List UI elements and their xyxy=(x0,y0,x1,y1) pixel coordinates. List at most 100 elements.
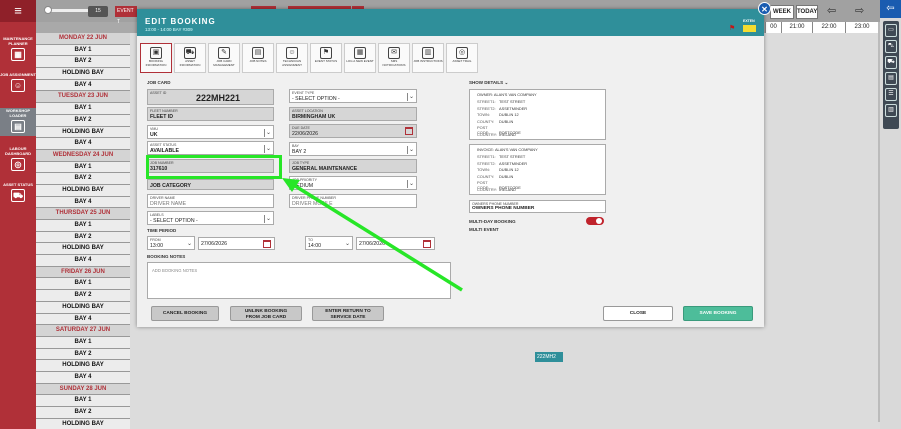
address-value: IRELAND xyxy=(499,187,516,192)
bay-row: BAY 1 xyxy=(36,103,130,115)
address-key: STREET2: xyxy=(477,105,496,111)
from-time-select[interactable]: FROM 13:00 ⌄ xyxy=(147,236,195,250)
today-button[interactable]: TODAY xyxy=(796,5,818,19)
address-key: TOWN: xyxy=(477,112,490,118)
tab-instructions[interactable]: ▥ JOB INSTRUCTIONS xyxy=(412,43,444,73)
calendar-icon[interactable] xyxy=(405,127,413,135)
vmu-select[interactable]: VMU UK ⌄ xyxy=(147,125,274,139)
rail-workshop-loader[interactable]: WORKSHOP LOADER ▤ xyxy=(0,108,36,136)
close-icon[interactable]: ✕ xyxy=(758,2,771,15)
driver-name-input[interactable]: DRIVER NAME DRIVER NAME xyxy=(147,194,274,208)
hour-header: 22:00 xyxy=(812,22,845,33)
field-value: BIRMINGHAM UK xyxy=(292,114,336,120)
address-key: STREET1: xyxy=(477,154,496,159)
cancel-booking-button[interactable]: CANCEL BOOKING xyxy=(151,306,219,321)
asset-id-value: 222MH221 xyxy=(196,93,241,103)
bay-row: BAY 2 xyxy=(36,290,130,302)
calendar-icon[interactable] xyxy=(263,240,271,248)
modal-subtitle: 13:00 - 14:00 BAY #309 xyxy=(145,27,193,32)
bay-row: BAY 4 xyxy=(36,196,130,209)
chevron-icon: ⌄ xyxy=(504,80,509,85)
address-value: DUBLIN xyxy=(499,118,514,124)
tab-sms[interactable]: ✉ SMS NOTIFICATIONS xyxy=(378,43,410,73)
flag-icon[interactable]: ⚑ xyxy=(729,24,735,32)
due-date-field[interactable]: DUE DATE 22/06/2026 xyxy=(289,124,417,138)
labels-select[interactable]: LABELS - SELECT OPTION - ⌄ xyxy=(147,211,274,225)
field-value: AVAILABLE xyxy=(150,148,179,154)
address-value: TEST STREET xyxy=(499,99,526,104)
instructions-icon: ▥ xyxy=(422,47,434,59)
prev-arrow-icon[interactable]: ⇦ xyxy=(827,4,836,17)
list-icon[interactable]: ☰ xyxy=(885,88,897,101)
tab-label: ASSET INFORMATION xyxy=(179,59,201,67)
field-placeholder: DRIVER MOBILE xyxy=(292,201,333,207)
field-value: UK xyxy=(150,132,158,138)
tab-booking-info[interactable]: ▣ BOOKING INFORMATION xyxy=(140,43,172,73)
close-button[interactable]: CLOSE xyxy=(603,306,673,321)
truck-icon[interactable]: ⛟ xyxy=(885,56,897,69)
collapse-arrow-icon[interactable]: ⇦ xyxy=(880,0,901,18)
clipboard-icon[interactable]: ▥ xyxy=(885,104,897,117)
booking-notes-textarea[interactable]: ADD BOOKING NOTES xyxy=(147,262,451,299)
field-value: JOB CATEGORY xyxy=(150,183,191,189)
tab-event-status[interactable]: ⚑ EVENT STATUS xyxy=(310,43,342,73)
to-date-input[interactable]: 27/06/2026 xyxy=(356,237,435,250)
address-key: COUNTRY: xyxy=(477,187,498,192)
slider-handle[interactable] xyxy=(44,6,52,14)
multi-day-label: MULTI-DAY BOOKING xyxy=(469,219,516,224)
document-icon[interactable]: ▤ xyxy=(885,72,897,85)
tab-new-event[interactable]: ▦ LOG A NEW EVENT xyxy=(344,43,376,73)
right-toolbar: ⇦ ▭ ⛍ ⛟ ▤ ☰ ▥ xyxy=(880,0,901,429)
day-header: SATURDAY 27 JUN xyxy=(36,325,130,337)
rail-maintenance-planner[interactable]: MAINTENANCE PLANNER ▦ xyxy=(0,36,36,61)
enter-return-button[interactable]: ENTER RETURN TO SERVICE DATE xyxy=(312,306,384,321)
field-label: DRIVER NAME xyxy=(150,196,175,200)
tab-job-card[interactable]: ✎ JOB CARD MANAGEMENT xyxy=(208,43,240,73)
rail-job-assignment[interactable]: JOB ASSIGNMENT ☺ xyxy=(0,72,36,92)
rail-labour-dashboard[interactable]: LABOUR DASHBOARD ◎ xyxy=(0,146,36,171)
rail-label: ASSET STATUS xyxy=(3,182,33,187)
car-icon[interactable]: ⛍ xyxy=(885,40,897,53)
to-time-select[interactable]: TO 14:00 ⌄ xyxy=(305,236,353,250)
save-booking-button[interactable]: SAVE BOOKING xyxy=(683,306,753,321)
multi-day-toggle[interactable] xyxy=(586,217,604,225)
field-value: 13:00 xyxy=(150,243,163,249)
day-header: SUNDAY 28 JUN xyxy=(36,383,130,396)
field-label: DRIVER PHONE NUMBER xyxy=(292,196,336,200)
address-key: COUNTY: xyxy=(477,173,495,179)
unlink-booking-button[interactable]: UNLINK BOOKING FROM JOB CARD xyxy=(230,306,302,321)
rail-label: MAINTENANCE PLANNER xyxy=(3,36,33,46)
asset-location-field: ASSET LOCATION BIRMINGHAM UK xyxy=(289,107,417,121)
multi-event-label: MULTI EVENT xyxy=(469,227,499,232)
monitor-icon[interactable]: ▭ xyxy=(885,24,897,37)
from-date-input[interactable]: 27/06/2026 xyxy=(198,237,275,250)
calendar-icon[interactable] xyxy=(423,240,431,248)
asset-info-icon: ⛟ xyxy=(184,47,196,59)
field-value: 27/06/2026 xyxy=(201,241,227,247)
field-value: MEDIUM xyxy=(292,183,314,189)
week-button[interactable]: WEEK xyxy=(770,5,794,19)
show-details-toggle[interactable]: SHOW DETAILS ⌄ xyxy=(469,80,508,86)
job-priority-select[interactable]: JOB PRIORITY MEDIUM ⌄ xyxy=(289,176,417,190)
next-arrow-icon[interactable]: ⇨ xyxy=(855,4,864,17)
field-label: FROM xyxy=(150,238,161,242)
rail-asset-status[interactable]: ASSET STATUS ⛟ xyxy=(0,182,36,202)
asset-status-select[interactable]: ASSET STATUS AVAILABLE ⌄ xyxy=(147,141,274,155)
driver-phone-input[interactable]: DRIVER PHONE NUMBER DRIVER MOBILE xyxy=(289,194,417,208)
field-label: EVENT TYPE xyxy=(292,91,315,95)
booking-chip[interactable]: 222MH2 xyxy=(535,352,563,362)
tab-asset-info[interactable]: ⛟ ASSET INFORMATION xyxy=(174,43,206,73)
owners-phone-field[interactable]: OWNERS PHONE NUMBER OWNERS PHONE NUMBER xyxy=(469,200,606,213)
tab-technician[interactable]: ☺ TECHNICIAN ASSIGNMENT xyxy=(276,43,308,73)
field-value: FLEET ID xyxy=(150,114,174,120)
tab-asset-trail[interactable]: ◎ ASSET TRAIL xyxy=(446,43,478,73)
bay-row: HOLDING BAY xyxy=(36,68,130,80)
menu-icon[interactable]: ≡ xyxy=(0,0,36,22)
tab-job-notes[interactable]: ▤ JOB NOTES xyxy=(242,43,274,73)
bay-select[interactable]: BAY BAY 2 ⌄ xyxy=(289,142,417,156)
event-type-button[interactable]: EVENT T xyxy=(115,6,137,25)
address-title: INVOICE: ALAN'S VAN COMPANY xyxy=(477,147,538,152)
field-value: - SELECT OPTION - xyxy=(150,218,198,224)
tab-label: ASSET TRAIL xyxy=(452,59,472,63)
event-type-select[interactable]: EVENT TYPE - SELECT OPTION - ⌄ xyxy=(289,89,417,103)
